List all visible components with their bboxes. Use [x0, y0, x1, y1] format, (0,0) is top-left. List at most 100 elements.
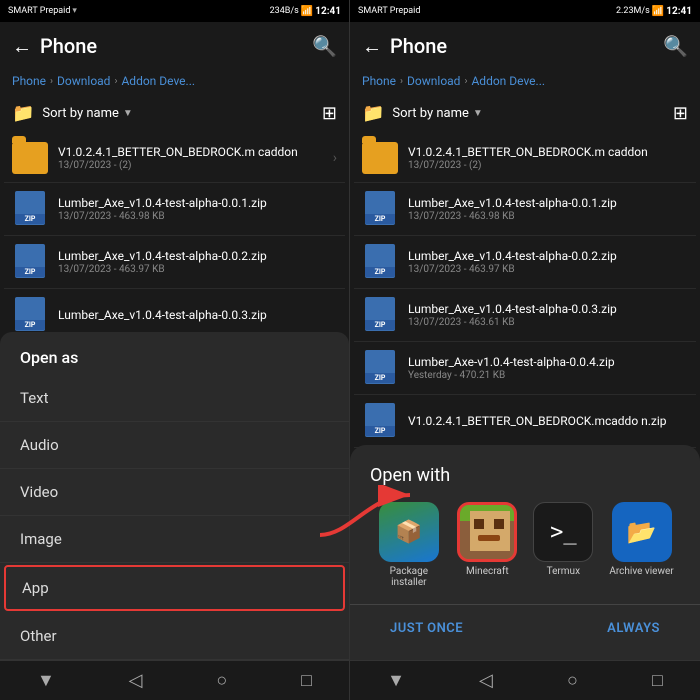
open-with-buttons: JUST ONCE ALWAYS [350, 604, 700, 652]
r-nav-home-btn[interactable]: ○ [567, 670, 578, 691]
r-speed-label: 2.23M/s [616, 6, 650, 16]
r-breadcrumb-current: Addon Deve... [471, 74, 545, 88]
file-name: Lumber_Axe_v1.0.4-test-alpha-0.0.2.zip [58, 249, 337, 263]
zip-icon: ZIP [362, 297, 398, 333]
modal-item-other[interactable]: Other [0, 613, 349, 660]
modal-item-text[interactable]: Text [0, 375, 349, 422]
left-phone-panel: SMART Prepaid ▾ 234B/s 📶 12:41 ← Phone 🔍… [0, 0, 350, 700]
always-button[interactable]: ALWAYS [599, 613, 668, 644]
just-once-button[interactable]: JUST ONCE [382, 613, 471, 644]
file-details: V1.0.2.4.1_BETTER_ON_BEDROCK.mcaddo n.zi… [408, 414, 688, 429]
file-details: V1.0.2.4.1_BETTER_ON_BEDROCK.m caddon 13… [408, 145, 688, 171]
list-item[interactable]: ZIP V1.0.2.4.1_BETTER_ON_BEDROCK.mcaddo … [354, 395, 696, 448]
nav-home-btn[interactable]: ○ [216, 670, 227, 691]
file-chevron-icon: › [333, 150, 337, 166]
file-details: Lumber_Axe-v1.0.4-test-alpha-0.0.4.zip Y… [408, 355, 688, 381]
file-details: Lumber_Axe_v1.0.4-test-alpha-0.0.2.zip 1… [408, 249, 688, 275]
file-name: Lumber_Axe_v1.0.4-test-alpha-0.0.3.zip [58, 308, 337, 322]
r-sort-chevron-icon: ▼ [473, 108, 483, 119]
zip-icon: ZIP [12, 191, 48, 227]
list-item[interactable]: ZIP Lumber_Axe_v1.0.4-test-alpha-0.0.2.z… [354, 236, 696, 289]
file-details: Lumber_Axe_v1.0.4-test-alpha-0.0.3.zip 1… [408, 302, 688, 328]
archive-viewer-icon: 📂 [612, 502, 672, 562]
nav-menu-btn[interactable]: □ [301, 670, 312, 691]
app-item-package-installer[interactable]: 📦 Package installer [376, 502, 441, 588]
search-button[interactable]: 🔍 [312, 34, 337, 58]
r-sort-label: Sort by name [392, 106, 468, 121]
status-right: 234B/s 📶 12:41 [270, 6, 341, 17]
r-nav-menu-btn[interactable]: □ [652, 670, 663, 691]
modal-item-app[interactable]: App [4, 565, 345, 611]
list-item[interactable]: ZIP Lumber_Axe_v1.0.4-test-alpha-0.0.1.z… [4, 183, 345, 236]
breadcrumb-sep1: › [50, 76, 53, 87]
file-name: Lumber_Axe_v1.0.4-test-alpha-0.0.1.zip [408, 196, 688, 210]
file-details: Lumber_Axe_v1.0.4-test-alpha-0.0.1.zip 1… [408, 196, 688, 222]
file-meta: 13/07/2023 - 463.61 KB [408, 317, 688, 328]
modal-item-video[interactable]: Video [0, 469, 349, 516]
left-bottom-nav: ▼ ◁ ○ □ [0, 660, 349, 700]
grid-view-icon[interactable]: ⊞ [322, 103, 337, 124]
r-grid-view-icon[interactable]: ⊞ [673, 103, 688, 124]
r-back-button[interactable]: ← [362, 34, 382, 59]
list-item[interactable]: V1.0.2.4.1_BETTER_ON_BEDROCK.m caddon 13… [354, 134, 696, 183]
r-signal-icon: 📶 [652, 6, 664, 17]
back-button[interactable]: ← [12, 34, 32, 59]
sort-button[interactable]: Sort by name ▼ [42, 106, 313, 121]
folder-icon [12, 142, 48, 174]
signal-icon: 📶 [301, 6, 313, 17]
r-breadcrumb-sep1: › [400, 76, 403, 87]
list-item[interactable]: ZIP Lumber_Axe-v1.0.4-test-alpha-0.0.4.z… [354, 342, 696, 395]
nav-back-btn[interactable]: ◁ [129, 670, 143, 691]
list-item[interactable]: ZIP Lumber_Axe_v1.0.4-test-alpha-0.0.1.z… [354, 183, 696, 236]
zip-icon: ZIP [362, 191, 398, 227]
app-item-minecraft[interactable]: Minecraft [457, 502, 517, 577]
r-search-button[interactable]: 🔍 [663, 34, 688, 58]
r-carrier-label: SMART Prepaid [358, 6, 420, 16]
file-meta: 13/07/2023 - 463.97 KB [58, 264, 337, 275]
file-name: V1.0.2.4.1_BETTER_ON_BEDROCK.m caddon [58, 145, 323, 159]
left-breadcrumb: Phone › Download › Addon Deve... [0, 70, 349, 92]
modal-item-image[interactable]: Image [0, 516, 349, 563]
breadcrumb-phone[interactable]: Phone [12, 74, 46, 88]
r-nav-back-btn[interactable]: ◁ [479, 670, 493, 691]
sort-label: Sort by name [42, 106, 118, 121]
r-nav-title: Phone [390, 34, 655, 58]
breadcrumb-sep2: › [114, 76, 117, 87]
app-item-termux[interactable]: >_ Termux [533, 502, 593, 577]
file-name: Lumber_Axe-v1.0.4-test-alpha-0.0.4.zip [408, 355, 688, 369]
nav-title: Phone [40, 34, 304, 58]
breadcrumb-download[interactable]: Download [57, 74, 110, 88]
file-details: V1.0.2.4.1_BETTER_ON_BEDROCK.m caddon 13… [58, 145, 323, 171]
nav-recent-btn[interactable]: ▼ [37, 670, 55, 691]
right-phone-panel: SMART Prepaid 2.23M/s 📶 12:41 ← Phone 🔍 … [350, 0, 700, 700]
app-label-archive-viewer: Archive viewer [609, 566, 673, 577]
package-installer-icon: 📦 [379, 502, 439, 562]
file-meta: 13/07/2023 - (2) [58, 160, 323, 171]
modal-item-audio[interactable]: Audio [0, 422, 349, 469]
list-item[interactable]: V1.0.2.4.1_BETTER_ON_BEDROCK.m caddon 13… [4, 134, 345, 183]
app-item-archive-viewer[interactable]: 📂 Archive viewer [609, 502, 673, 577]
file-name: Lumber_Axe_v1.0.4-test-alpha-0.0.2.zip [408, 249, 688, 263]
r-nav-recent-btn[interactable]: ▼ [387, 670, 405, 691]
file-details: Lumber_Axe_v1.0.4-test-alpha-0.0.1.zip 1… [58, 196, 337, 222]
right-top-nav: ← Phone 🔍 [350, 22, 700, 70]
list-item[interactable]: ZIP Lumber_Axe_v1.0.4-test-alpha-0.0.2.z… [4, 236, 345, 289]
file-meta: 13/07/2023 - 463.97 KB [408, 264, 688, 275]
zip-icon: ZIP [362, 350, 398, 386]
file-name: Lumber_Axe_v1.0.4-test-alpha-0.0.1.zip [58, 196, 337, 210]
status-left: SMART Prepaid ▾ [8, 6, 77, 16]
r-breadcrumb-download[interactable]: Download [407, 74, 460, 88]
open-with-title: Open with [350, 445, 700, 502]
open-with-dialog: Open with 📦 Package installer [350, 445, 700, 660]
file-name: V1.0.2.4.1_BETTER_ON_BEDROCK.mcaddo n.zi… [408, 414, 688, 428]
r-breadcrumb-phone[interactable]: Phone [362, 74, 396, 88]
r-sort-button[interactable]: Sort by name ▼ [392, 106, 664, 121]
folder-add-icon[interactable]: 📁 [12, 103, 34, 124]
r-time-label: 12:41 [666, 6, 692, 17]
time-label: 12:41 [315, 6, 341, 17]
r-folder-add-icon[interactable]: 📁 [362, 103, 384, 124]
file-meta: 13/07/2023 - 463.98 KB [58, 211, 337, 222]
file-meta: 13/07/2023 - (2) [408, 160, 688, 171]
list-item[interactable]: ZIP Lumber_Axe_v1.0.4-test-alpha-0.0.3.z… [354, 289, 696, 342]
carrier-sub: ▾ [72, 6, 77, 16]
